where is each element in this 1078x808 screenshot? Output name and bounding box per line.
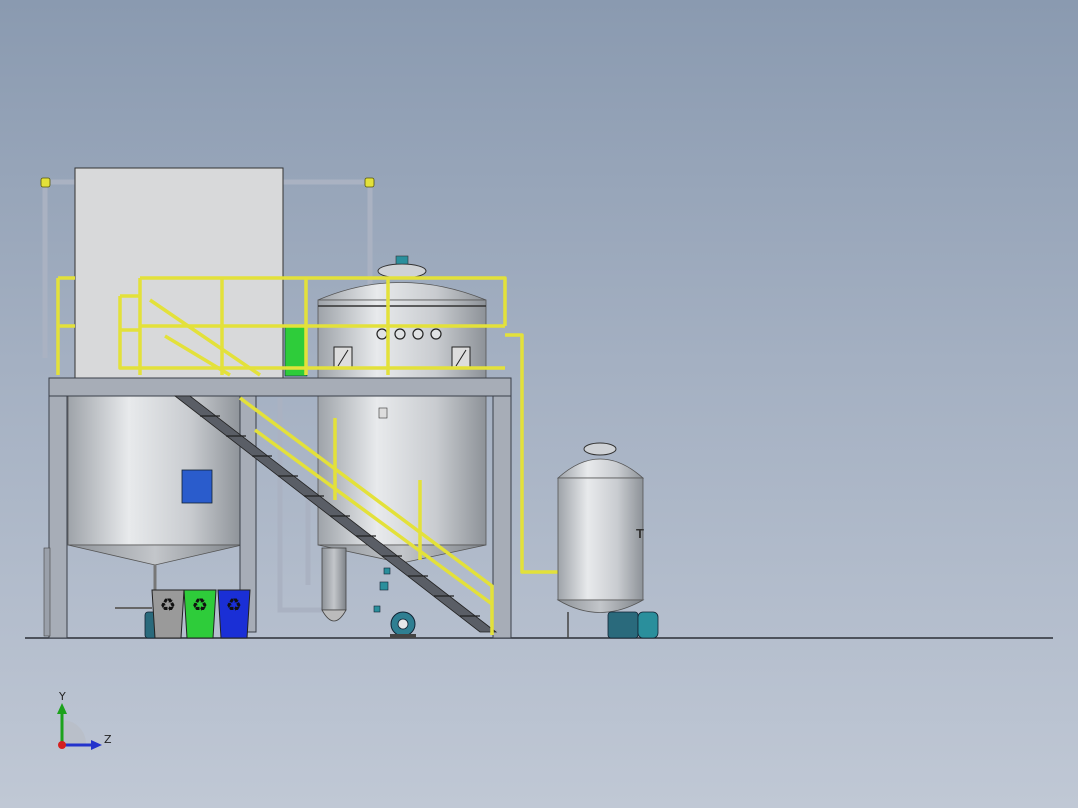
bin-grey[interactable]: ♻ <box>151 589 185 639</box>
recycle-icon: ♻ <box>226 595 242 616</box>
pump-right[interactable] <box>607 611 659 639</box>
graphics-viewport[interactable]: T ♻ ♻ ♻ Y Z <box>0 0 1078 808</box>
tank-top-manway[interactable] <box>583 442 617 456</box>
z-axis-label: Z <box>104 733 112 746</box>
valve-fittings <box>373 567 391 613</box>
y-axis-label: Y <box>58 690 66 703</box>
bin-green[interactable]: ♻ <box>183 589 217 639</box>
recycle-icon: ♻ <box>192 595 208 616</box>
tank-marking: T <box>636 526 644 541</box>
buffer-tank[interactable]: T <box>556 442 645 638</box>
pump-left[interactable] <box>115 607 160 639</box>
recycle-icon: ♻ <box>160 595 176 616</box>
left-wall-panel <box>43 547 51 637</box>
blue-nameplate <box>181 469 213 504</box>
cad-model-scene[interactable]: T ♻ ♻ ♻ Y Z <box>0 0 1078 808</box>
filter-column[interactable] <box>321 547 347 611</box>
control-cabinet[interactable] <box>74 167 284 379</box>
coordinate-triad: Y Z <box>57 690 112 750</box>
pump-center[interactable] <box>390 611 416 638</box>
manway-cover[interactable] <box>377 263 427 279</box>
bin-blue[interactable]: ♻ <box>217 589 251 639</box>
origin-dot <box>58 741 66 749</box>
